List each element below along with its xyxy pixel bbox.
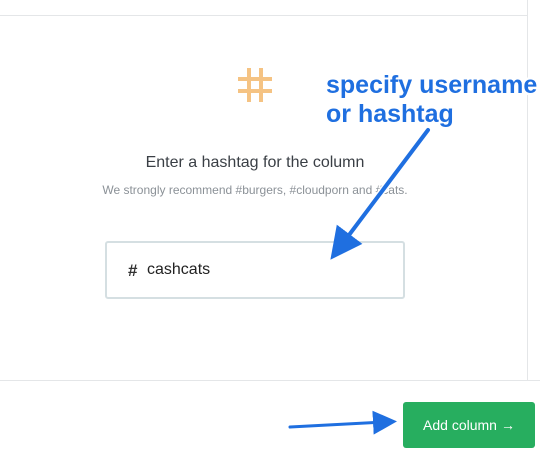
arrow-to-button-icon	[287, 410, 397, 435]
arrow-to-input-icon	[330, 126, 432, 260]
annotation-arrows	[287, 126, 432, 435]
